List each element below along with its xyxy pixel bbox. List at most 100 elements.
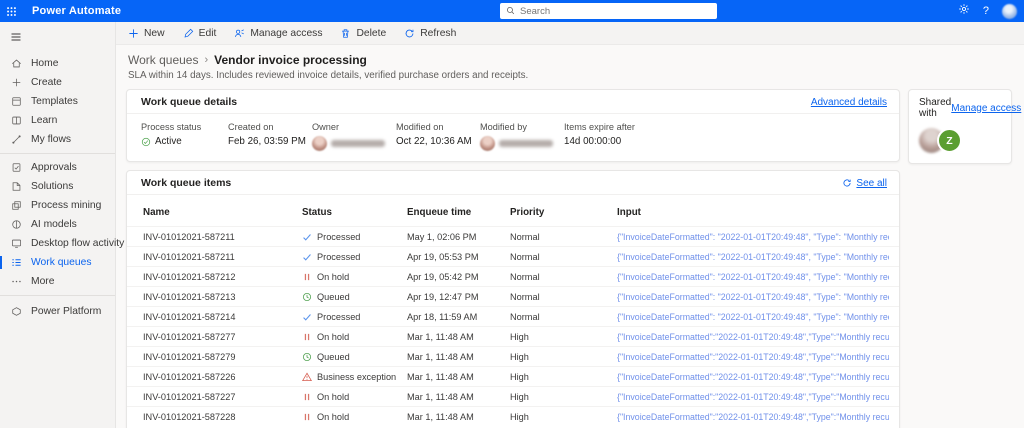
sidebar-item-label: Learn [31, 115, 58, 126]
sidebar-item-learn[interactable]: Learn [0, 111, 115, 130]
table-row[interactable]: INV-01012021-587214 Processed Apr 18, 11:5… [127, 306, 899, 326]
table-row[interactable]: INV-01012021-587226 Business exception Mar… [127, 366, 899, 386]
cell-input-json[interactable]: {"InvoiceDateFormatted":"2022-01-01T20:4… [617, 412, 889, 422]
pause-icon [302, 332, 312, 342]
cell-name: INV-01012021-587226 [143, 371, 236, 382]
cell-input-json[interactable]: {"InvoiceDateFormatted": "2022-01-01T20:… [617, 272, 889, 282]
sidebar-item-solutions[interactable]: Solutions [0, 177, 115, 196]
help-icon[interactable]: ? [983, 5, 989, 17]
shared-with-title: Shared with [919, 97, 952, 119]
cell-input-json[interactable]: {"InvoiceDateFormatted":"2022-01-01T20:4… [617, 332, 889, 342]
cell-name: INV-01012021-587277 [143, 331, 236, 342]
sidebar-item-home[interactable]: Home [0, 54, 115, 73]
sidebar-item-process-mining[interactable]: Process mining [0, 196, 115, 215]
cell-input-json[interactable]: {"InvoiceDateFormatted": "2022-01-01T20:… [617, 252, 889, 262]
sidebar-nav: Home Create Templates Learn My flows Approval… [0, 54, 124, 321]
cell-input-json[interactable]: {"InvoiceDateFormatted": "2022-01-01T20:… [617, 232, 889, 242]
cell-priority: Normal [510, 291, 540, 302]
cell-status: Queued [302, 352, 407, 362]
table-row[interactable]: INV-01012021-587213 Queued Apr 19, 12:47 P… [127, 286, 899, 306]
manage-access-button[interactable]: Manage access [234, 28, 322, 39]
top-app-bar: Power Automate ? [0, 0, 1024, 22]
column-header-enqueue-time[interactable]: Enqueue time [407, 207, 510, 218]
hamburger-menu-icon[interactable] [0, 22, 115, 54]
warning-icon [302, 372, 312, 382]
search-input[interactable] [520, 5, 711, 17]
cell-input-json[interactable]: {"InvoiceDateFormatted": "2022-01-01T20:… [617, 292, 889, 302]
table-row[interactable]: INV-01012021-587228 On hold Mar 1, 11:48 A… [127, 406, 899, 426]
sidebar-item-templates[interactable]: Templates [0, 92, 115, 111]
sidebar-item-ai-models[interactable]: AI models [0, 215, 115, 234]
clock-icon [302, 352, 312, 362]
redacted-person-name [331, 140, 385, 147]
sidebar-item-label: Home [31, 58, 59, 69]
cell-enqueue-time: Apr 19, 12:47 PM [407, 291, 479, 302]
shared-avatars: Z [919, 128, 1001, 153]
table-row[interactable]: INV-01012021-587279 Queued Mar 1, 11:48 AM… [127, 346, 899, 366]
work-queue-items-card: Work queue items See all Name Status Enque… [126, 170, 900, 428]
sidebar-item-create[interactable]: Create [0, 73, 115, 92]
check-circle-icon [141, 137, 151, 147]
advanced-details-link[interactable]: Advanced details [811, 97, 887, 108]
sidebar-item-label: My flows [31, 134, 72, 145]
sidebar-item-power-platform[interactable]: Power Platform [0, 302, 115, 321]
status-label: On hold [317, 391, 350, 402]
sidebar-item-more[interactable]: More [0, 272, 115, 291]
home-icon [11, 58, 22, 69]
sidebar-item-label: Power Platform [31, 306, 102, 317]
status-label: Queued [317, 291, 350, 302]
desktop-flow-icon [11, 238, 22, 249]
field-label: Created on [228, 122, 274, 132]
sidebar-item-desktop-flow-activity[interactable]: Desktop flow activity [0, 234, 124, 253]
items-card-title: Work queue items [141, 177, 232, 189]
cell-input-json[interactable]: {"InvoiceDateFormatted":"2022-01-01T20:4… [617, 372, 889, 382]
search-box[interactable] [500, 3, 717, 19]
see-all-button[interactable]: See all [842, 178, 887, 189]
user-avatar[interactable] [1002, 3, 1017, 19]
cell-priority: Normal [510, 271, 540, 282]
sidebar-item-approvals[interactable]: Approvals [0, 158, 115, 177]
refresh-button[interactable]: Refresh [404, 28, 456, 39]
column-header-status[interactable]: Status [302, 207, 407, 218]
manage-access-icon [234, 28, 245, 39]
create-plus-icon [11, 77, 22, 88]
cell-enqueue-time: May 1, 02:06 PM [407, 231, 477, 242]
pause-icon [302, 412, 312, 422]
table-row[interactable]: INV-01012021-587227 On hold Mar 1, 11:48 A… [127, 386, 899, 406]
table-row[interactable]: INV-01012021-587211 Processed Apr 19, 05:5… [127, 246, 899, 266]
column-header-input[interactable]: Input [617, 207, 889, 218]
cell-input-json[interactable]: {"InvoiceDateFormatted": "2022-01-01T20:… [617, 312, 889, 322]
cell-priority: Normal [510, 251, 540, 262]
status-label: On hold [317, 271, 350, 282]
waffle-icon[interactable] [0, 0, 22, 22]
clock-icon [302, 292, 312, 302]
new-button[interactable]: New [128, 28, 165, 39]
edit-button[interactable]: Edit [183, 28, 216, 39]
column-header-name[interactable]: Name [143, 207, 302, 218]
cell-enqueue-time: Apr 19, 05:53 PM [407, 251, 479, 262]
search-icon [506, 2, 515, 20]
detail-field-created-on: Created on Feb 26, 03:59 PM [228, 122, 312, 151]
field-value: 14d 00:00:00 [564, 136, 622, 147]
cell-input-json[interactable]: {"InvoiceDateFormatted":"2022-01-01T20:4… [617, 352, 889, 362]
settings-gear-icon[interactable] [958, 2, 970, 20]
shared-user-avatar-initials[interactable]: Z [937, 128, 962, 153]
field-label: Items expire after [564, 122, 635, 132]
table-row[interactable]: INV-01012021-587277 On hold Mar 1, 11:48 A… [127, 326, 899, 346]
cell-input-json[interactable]: {"InvoiceDateFormatted":"2022-01-01T20:4… [617, 392, 889, 402]
table-body: INV-01012021-587211 Processed May 1, 02:06… [127, 226, 899, 426]
sidebar-item-work-queues[interactable]: Work queues [0, 253, 115, 272]
breadcrumb-work-queues[interactable]: Work queues [128, 53, 198, 67]
field-label: Process status [141, 122, 202, 132]
cell-name: INV-01012021-587212 [143, 271, 236, 282]
column-header-priority[interactable]: Priority [510, 207, 617, 218]
manage-access-link[interactable]: Manage access [951, 103, 1021, 114]
sidebar-item-my-flows[interactable]: My flows [0, 130, 115, 149]
cell-priority: High [510, 351, 529, 362]
cell-name: INV-01012021-587279 [143, 351, 236, 362]
delete-button[interactable]: Delete [340, 28, 386, 39]
cell-enqueue-time: Apr 19, 05:42 PM [407, 271, 479, 282]
sidebar-item-label: More [31, 276, 55, 287]
table-row[interactable]: INV-01012021-587212 On hold Apr 19, 05:42 … [127, 266, 899, 286]
table-row[interactable]: INV-01012021-587211 Processed May 1, 02:06… [127, 226, 899, 246]
